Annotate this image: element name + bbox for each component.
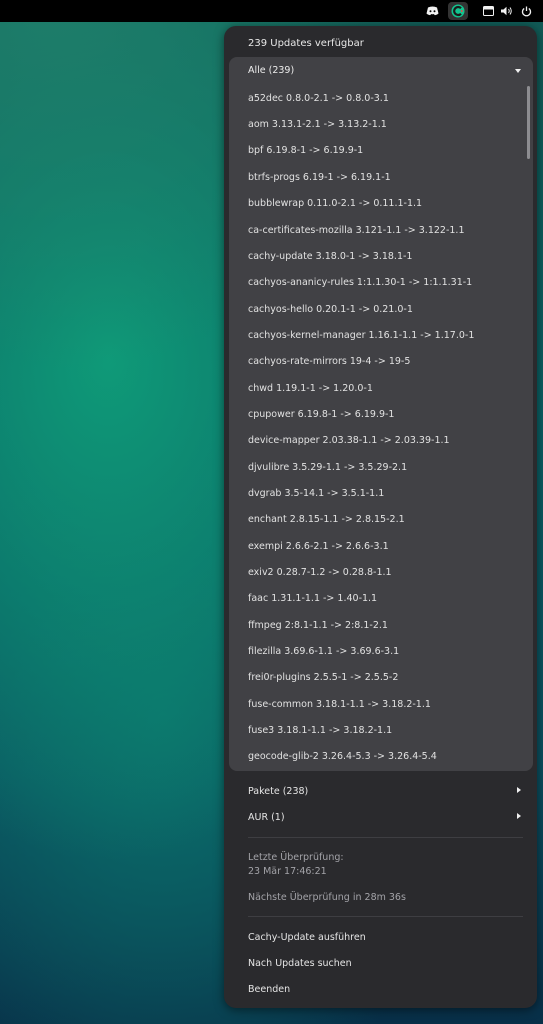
separator [248, 916, 523, 917]
check-updates-button[interactable]: Nach Updates suchen [248, 958, 352, 969]
update-list: a52dec 0.8.0-2.1 -> 0.8.0-3.1 aom 3.13.1… [229, 83, 533, 771]
list-item[interactable]: ca-certificates-mozilla 3.121-1.1 -> 3.1… [248, 225, 465, 239]
list-item[interactable]: cachy-update 3.18.0-1 -> 3.18.1-1 [248, 251, 412, 265]
list-item[interactable]: btrfs-progs 6.19-1 -> 6.19.1-1 [248, 172, 391, 186]
list-item[interactable]: a52dec 0.8.0-2.1 -> 0.8.0-3.1 [248, 93, 389, 107]
list-item[interactable]: dvgrab 3.5-14.1 -> 3.5.1-1.1 [248, 488, 384, 502]
list-item[interactable]: geocode-glib-2 3.26.4-5.3 -> 3.26.4-5.4 [248, 751, 437, 765]
list-item[interactable]: bpf 6.19.8-1 -> 6.19.9-1 [248, 145, 363, 159]
chevron-right-icon [517, 787, 521, 793]
aur-row[interactable]: AUR (1) [248, 812, 285, 823]
packages-row[interactable]: Pakete (238) [248, 786, 308, 797]
list-item[interactable]: fuse3 3.18.1-1.1 -> 3.18.2-1.1 [248, 725, 392, 739]
packages-label: Pakete (238) [248, 786, 309, 797]
list-item[interactable]: cachyos-kernel-manager 1.16.1-1.1 -> 1.1… [248, 330, 474, 344]
list-item[interactable]: fuse-common 3.18.1-1.1 -> 3.18.2-1.1 [248, 699, 431, 713]
run-update-button[interactable]: Cachy-Update ausführen [248, 932, 366, 943]
list-item[interactable]: cachyos-rate-mirrors 19-4 -> 19-5 [248, 356, 410, 370]
list-item[interactable]: frei0r-plugins 2.5.5-1 -> 2.5.5-2 [248, 672, 398, 686]
next-check-text: Nächste Überprüfung in 28m 36s [248, 892, 406, 903]
list-item[interactable]: faac 1.31.1-1.1 -> 1.40-1.1 [248, 593, 377, 607]
list-item[interactable]: cachyos-hello 0.20.1-1 -> 0.21.0-1 [248, 304, 413, 318]
aur-label: AUR (1) [248, 812, 285, 823]
list-item[interactable]: djvulibre 3.5.29-1.1 -> 3.5.29-2.1 [248, 462, 407, 476]
list-item[interactable]: cpupower 6.19.8-1 -> 6.19.9-1 [248, 409, 394, 423]
all-updates-section: Alle (239) a52dec 0.8.0-2.1 -> 0.8.0-3.1… [229, 57, 533, 771]
last-check-label: Letzte Überprüfung: [248, 852, 344, 863]
list-item[interactable]: aom 3.13.1-2.1 -> 3.13.2-1.1 [248, 119, 387, 133]
separator [248, 837, 523, 838]
list-item[interactable]: device-mapper 2.03.38-1.1 -> 2.03.39-1.1 [248, 435, 450, 449]
scrollbar[interactable] [527, 86, 530, 159]
list-item[interactable]: filezilla 3.69.6-1.1 -> 3.69.6-3.1 [248, 646, 399, 660]
power-icon[interactable] [520, 4, 532, 18]
last-check-time: 23 Mär 17:46:21 [248, 866, 327, 877]
quit-button[interactable]: Beenden [248, 984, 290, 995]
top-panel [0, 0, 543, 22]
chevron-down-icon [515, 69, 521, 73]
cachy-update-icon[interactable] [448, 2, 468, 20]
list-item[interactable]: cachyos-ananicy-rules 1:1.1.30-1 -> 1:1.… [248, 277, 472, 291]
list-item[interactable]: bubblewrap 0.11.0-2.1 -> 0.11.1-1.1 [248, 198, 422, 212]
list-item[interactable]: ffmpeg 2:8.1-1.1 -> 2:8.1-2.1 [248, 620, 388, 634]
all-updates-label: Alle (239) [248, 65, 295, 76]
menu-title: 239 Updates verfügbar [248, 38, 364, 49]
chevron-right-icon [517, 813, 521, 819]
list-item[interactable]: exempi 2.6.6-2.1 -> 2.6.6-3.1 [248, 541, 389, 555]
list-item[interactable]: enchant 2.8.15-1.1 -> 2.8.15-2.1 [248, 514, 405, 528]
volume-icon[interactable] [501, 4, 513, 18]
list-item[interactable]: chwd 1.19.1-1 -> 1.20.0-1 [248, 383, 373, 397]
discord-icon[interactable] [425, 4, 439, 18]
all-updates-header[interactable]: Alle (239) [229, 57, 533, 83]
window-icon[interactable] [482, 4, 494, 18]
list-item[interactable]: exiv2 0.28.7-1.2 -> 0.28.8-1.1 [248, 567, 392, 581]
update-menu: 239 Updates verfügbar Alle (239) a52dec … [224, 26, 537, 1008]
